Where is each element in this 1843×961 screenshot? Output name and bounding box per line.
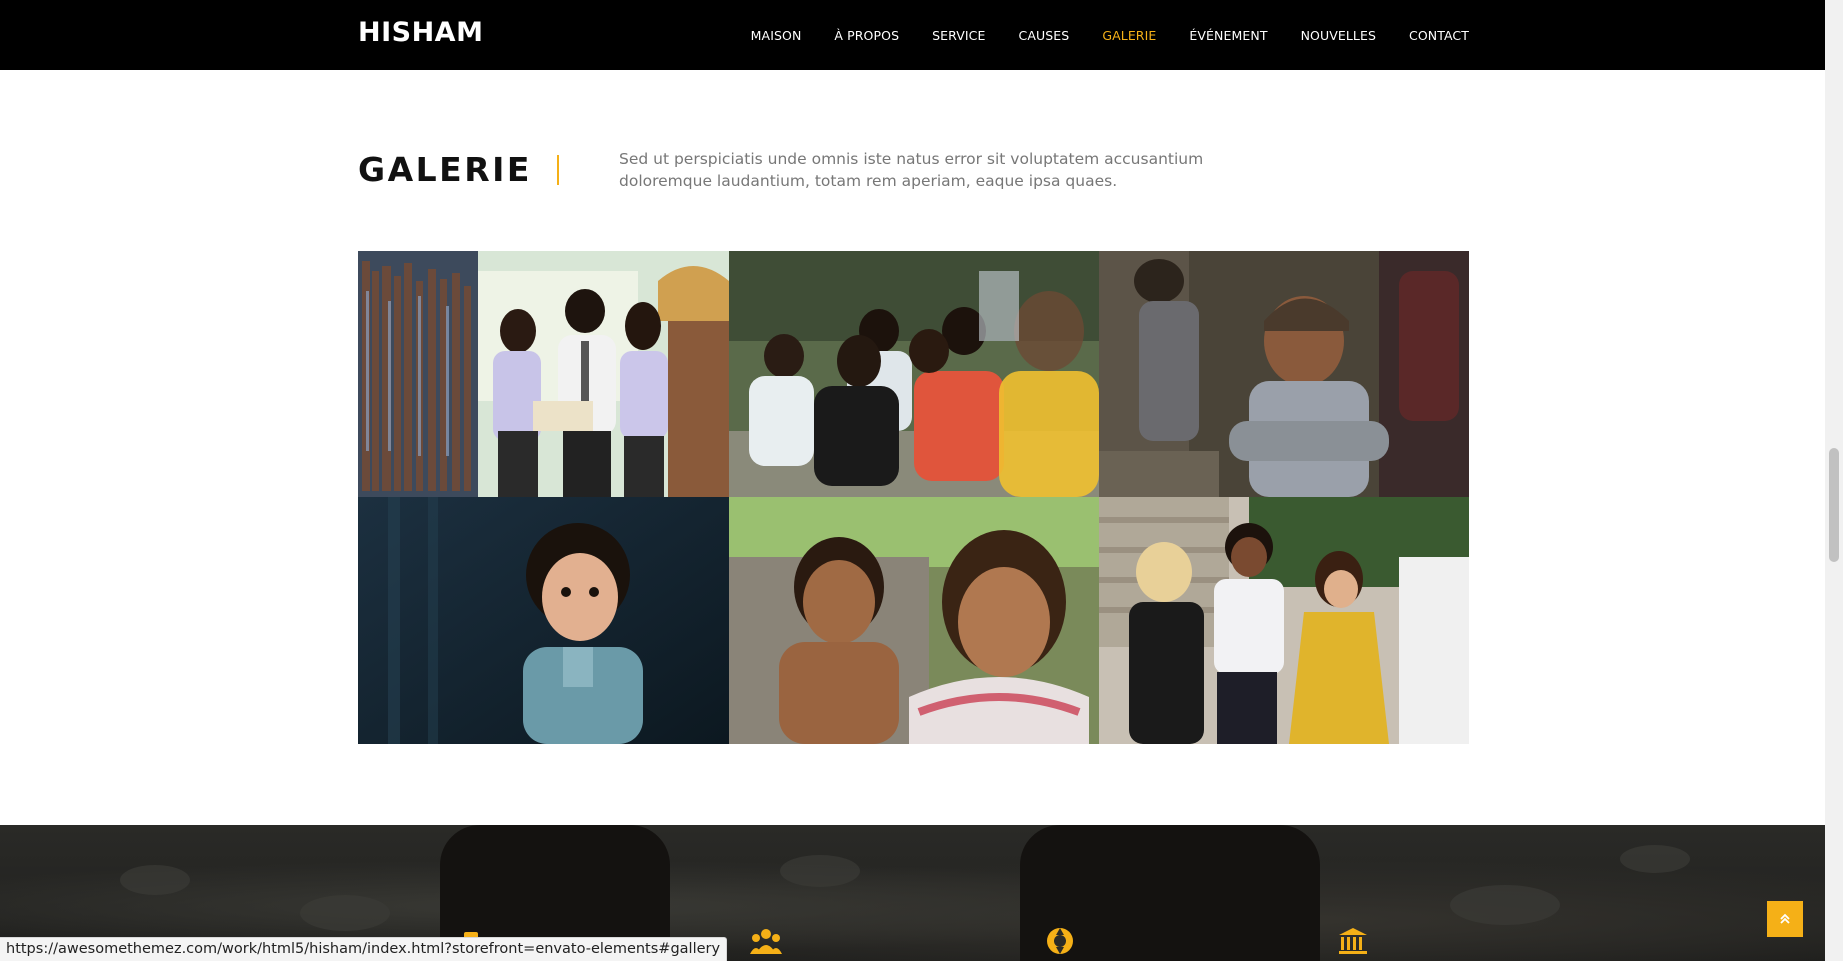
nav-item-contact[interactable]: CONTACT xyxy=(1409,28,1469,43)
gallery-title: GALERIE xyxy=(358,150,532,189)
gallery-description: Sed ut perspiciatis unde omnis iste natu… xyxy=(619,150,1204,190)
title-divider xyxy=(557,155,559,185)
nav-item-nouvelles[interactable]: NOUVELLES xyxy=(1301,28,1376,43)
nav-item-service[interactable]: SERVICE xyxy=(932,28,985,43)
nav-item-evenement[interactable]: ÉVÉNEMENT xyxy=(1189,28,1267,43)
nav-item-causes[interactable]: CAUSES xyxy=(1019,28,1070,43)
status-bar-url: https://awesomethemez.com/work/html5/his… xyxy=(0,937,728,961)
gallery-image-students-library[interactable] xyxy=(358,251,729,497)
site-header: HISHAM MAISON À PROPOS SERVICE CAUSES GA… xyxy=(0,0,1825,70)
back-to-top-button[interactable] xyxy=(1767,901,1803,937)
background-stone xyxy=(780,855,860,887)
gallery-image-smiling-children[interactable] xyxy=(729,497,1099,744)
bank-icon xyxy=(1337,926,1369,956)
scrollbar-thumb[interactable] xyxy=(1829,448,1839,562)
main-nav: MAISON À PROPOS SERVICE CAUSES GALERIE É… xyxy=(718,0,1469,70)
site-logo[interactable]: HISHAM xyxy=(358,17,483,48)
background-stone xyxy=(300,895,390,931)
gallery-image-children-sitting[interactable] xyxy=(729,251,1099,497)
nav-item-galerie[interactable]: GALERIE xyxy=(1102,28,1156,43)
background-stone xyxy=(120,865,190,895)
nav-item-maison[interactable]: MAISON xyxy=(751,28,802,43)
gallery-image-teenagers[interactable] xyxy=(1099,497,1469,744)
double-chevron-up-icon xyxy=(1780,913,1790,924)
page-scrollbar[interactable] xyxy=(1825,0,1843,961)
nav-item-a-propos[interactable]: À PROPOS xyxy=(834,28,899,43)
gallery-image-boy-with-cap[interactable] xyxy=(1099,251,1469,497)
users-icon xyxy=(750,926,782,956)
background-stone xyxy=(1450,885,1560,925)
lifebuoy-icon xyxy=(1044,926,1076,956)
gallery-image-toddler[interactable] xyxy=(358,497,729,744)
background-stone xyxy=(1620,845,1690,873)
gallery-grid xyxy=(358,251,1469,744)
